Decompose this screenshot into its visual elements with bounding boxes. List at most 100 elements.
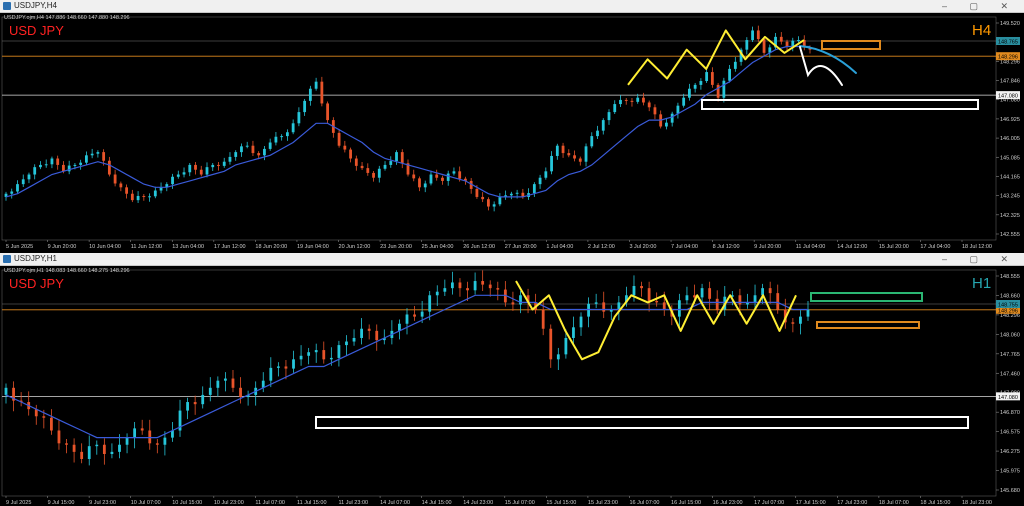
candle-body <box>337 345 341 358</box>
candle-body <box>584 146 588 162</box>
candle-body <box>481 196 485 200</box>
price-axis-label: 143.245 <box>1000 194 1020 200</box>
candle-body <box>389 161 393 165</box>
time-axis-label: 18 Jul 12:00 <box>962 244 992 250</box>
symbol-info-text: USDJPY.ojm,H1 148.083 148.660 148.275 14… <box>4 268 130 274</box>
time-axis-label: 14 Jul 12:00 <box>837 244 867 250</box>
candle-body <box>665 122 668 127</box>
candle-body <box>50 158 54 165</box>
candle-body <box>751 30 754 41</box>
candle-body <box>21 179 25 185</box>
candle-body <box>662 302 666 310</box>
candle-body <box>96 152 100 154</box>
candle-body <box>395 152 398 162</box>
candle-body <box>594 302 598 304</box>
candle-body <box>572 327 575 338</box>
time-axis-label: 10 Jul 23:00 <box>214 500 244 506</box>
time-axis-label: 18 Jun 20:00 <box>255 244 287 250</box>
h4-chart-window[interactable]: USDJPY,H4 – ▢ ✕ 149.520 148.765 148.296 147… <box>0 0 1024 250</box>
h1-window-titlebar[interactable]: USDJPY,H1 – ▢ ✕ <box>0 253 1024 266</box>
time-axis-label: 9 Jul 15:00 <box>48 500 75 506</box>
candle-body <box>779 36 783 42</box>
candle-body <box>268 142 272 149</box>
candle-body <box>102 444 106 455</box>
candle-body <box>349 149 352 159</box>
time-axis-label: 17 Jul 15:00 <box>796 500 826 506</box>
candle-body <box>231 378 235 388</box>
candle-body <box>354 158 358 166</box>
candle-body <box>80 451 84 459</box>
candle-body <box>148 430 152 444</box>
candle-body <box>329 357 333 360</box>
candle-body <box>532 184 536 194</box>
price-axis-label: 146.275 <box>1000 449 1020 455</box>
candle-body <box>352 337 356 342</box>
candle-body <box>274 136 278 143</box>
candle-body <box>705 72 709 82</box>
candle-body <box>670 113 674 123</box>
candle-body <box>647 102 651 108</box>
candle-body <box>102 152 106 161</box>
candle-body <box>481 281 485 285</box>
h4-window-titlebar[interactable]: USDJPY,H4 – ▢ ✕ <box>0 0 1024 13</box>
time-axis-label: 15 Jul 07:00 <box>505 500 535 506</box>
time-axis-label: 11 Jun 12:00 <box>131 244 162 250</box>
candle-body <box>194 164 197 170</box>
candle-body <box>435 291 439 296</box>
candle-body <box>636 97 640 102</box>
candle-body <box>555 145 559 156</box>
candle-body <box>693 84 697 89</box>
candle-body <box>87 446 91 459</box>
window-control-buttons[interactable]: – ▢ ✕ <box>942 0 1018 12</box>
price-axis-label: 144.165 <box>1000 174 1020 180</box>
candle-body <box>776 293 780 310</box>
candle-body <box>320 81 324 104</box>
time-axis-label: 11 Jul 23:00 <box>339 500 369 506</box>
candle-body <box>550 155 553 172</box>
candle-body <box>473 281 477 291</box>
time-axis-label: 18 Jul 23:00 <box>962 500 992 506</box>
candle-body <box>429 174 433 184</box>
current-price-tag-text: 148.296 <box>998 308 1018 314</box>
price-axis-label: 146.005 <box>1000 136 1020 142</box>
time-axis-label: 10 Jun 04:00 <box>89 244 121 250</box>
h1-price-chart[interactable]: 148.555 148.660 148.296 148.060 147.765 147.4… <box>0 266 1024 506</box>
candle-body <box>297 112 301 124</box>
zigzag-pattern-line <box>627 29 805 86</box>
candle-body <box>62 164 65 172</box>
candle-body <box>163 437 167 445</box>
candle-body <box>450 282 454 289</box>
candle-body <box>561 145 565 154</box>
h1-chart-window[interactable]: USDJPY,H1 – ▢ ✕ 148.555 148.660 148.296 148… <box>0 253 1024 506</box>
candle-body <box>245 145 249 147</box>
candle-body <box>125 437 129 445</box>
candle-body <box>314 81 318 89</box>
candle-body <box>4 387 8 395</box>
h4-price-chart[interactable]: 149.520 148.765 148.296 147.846 147.080 146.9… <box>0 13 1024 250</box>
timeframe-label: H4 <box>972 22 991 39</box>
candle-body <box>647 288 651 301</box>
candle-body <box>136 195 140 201</box>
candle-body <box>640 286 643 289</box>
time-axis-label: 27 Jun 20:00 <box>505 244 537 250</box>
candle-body <box>125 187 128 194</box>
chart-window-icon <box>3 2 11 10</box>
candle-body <box>716 84 720 98</box>
candle-body <box>234 152 238 157</box>
time-axis-label: 18 Jul 07:00 <box>879 500 909 506</box>
candle-body <box>446 173 450 181</box>
candle-body <box>182 172 186 175</box>
candle-body <box>205 167 209 175</box>
candle-body <box>211 164 215 168</box>
candle-body <box>418 178 421 188</box>
candle-body <box>630 100 634 102</box>
candle-body <box>642 97 645 103</box>
candle-body <box>153 190 157 197</box>
candle-body <box>216 380 220 388</box>
candle-body <box>176 174 180 177</box>
window-control-buttons[interactable]: – ▢ ✕ <box>942 253 1018 265</box>
candle-body <box>383 164 387 169</box>
candle-body <box>377 168 381 178</box>
price-axis-label: 148.660 <box>1000 293 1020 299</box>
candle-body <box>39 164 42 168</box>
